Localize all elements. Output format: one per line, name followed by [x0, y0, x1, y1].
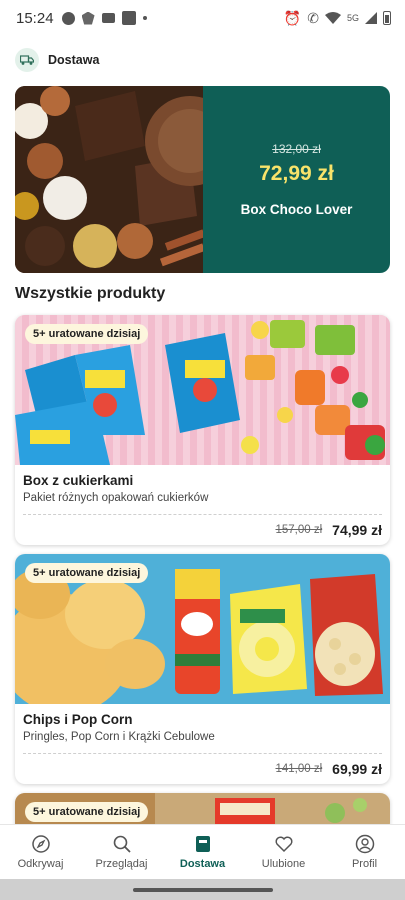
- offer-info: 132,00 zł 72,99 zł Box Choco Lover: [203, 86, 390, 273]
- product-image: 5+ uratowane dzisiaj: [15, 315, 390, 465]
- wifi-call-icon: ✆: [307, 9, 319, 26]
- nav-label: Ulubione: [261, 858, 306, 870]
- search-icon: [113, 835, 131, 853]
- product-name: Chips i Pop Corn: [23, 712, 133, 727]
- delivery-header[interactable]: Dostawa: [15, 48, 99, 72]
- box-icon: [195, 836, 210, 852]
- eagle-icon: [81, 11, 95, 25]
- gesture-bar: [0, 879, 405, 900]
- saved-today-badge: 5+ uratowane dzisiaj: [25, 324, 149, 344]
- product-card[interactable]: 5+ uratowane dzisiaj Box z cukierkami Pa…: [15, 315, 390, 545]
- hero-product-name: Box Choco Lover: [240, 202, 353, 217]
- product-name: Box z cukierkami: [23, 473, 134, 488]
- hero-new-price: 72,99 zł: [259, 162, 334, 185]
- wifi-icon: [324, 12, 341, 24]
- featured-offer-banner[interactable]: 132,00 zł 72,99 zł Box Choco Lover: [15, 86, 390, 273]
- nav-delivery[interactable]: Dostawa: [163, 834, 243, 870]
- product-old-price: 141,00 zł: [275, 763, 323, 775]
- nav-label: Odkrywaj: [17, 858, 64, 870]
- saved-today-badge: 5+ uratowane dzisiaj: [25, 563, 149, 583]
- status-bar: 15:24 ⏰ ✆ 5G: [0, 0, 405, 36]
- nav-discover[interactable]: Odkrywaj: [1, 834, 81, 870]
- product-card[interactable]: 5+ uratowane dzisiaj Chips i Pop Corn Pr…: [15, 554, 390, 784]
- saved-today-badge: 5+ uratowane dzisiaj: [25, 802, 149, 822]
- gesture-handle[interactable]: [132, 887, 273, 892]
- truck-icon: [15, 48, 39, 72]
- section-title: Wszystkie produkty: [15, 285, 166, 302]
- alarm-icon: ⏰: [283, 9, 302, 26]
- product-description: Pakiet różnych opakowań cukierków: [23, 492, 209, 504]
- nav-profile[interactable]: Profil: [325, 834, 405, 870]
- network-label: 5G: [346, 13, 359, 23]
- nav-label: Dostawa: [179, 858, 226, 870]
- nav-label: Przeglądaj: [95, 858, 148, 870]
- message-icon: [61, 11, 75, 25]
- nav-favorites[interactable]: Ulubione: [244, 834, 324, 870]
- nav-browse[interactable]: Przeglądaj: [82, 834, 162, 870]
- product-new-price: 74,99 zł: [332, 522, 382, 538]
- compass-icon: [31, 835, 50, 853]
- product-description: Pringles, Pop Corn i Krążki Cebulowe: [23, 731, 215, 743]
- header-title: Dostawa: [48, 53, 100, 67]
- app-icon: [121, 11, 136, 25]
- bottom-navigation: Odkrywaj Przeglądaj Dostawa Ulubione Pro…: [0, 824, 405, 879]
- heart-icon: [275, 836, 292, 853]
- dot-icon: [142, 16, 147, 20]
- nav-label: Profil: [351, 858, 378, 870]
- profile-icon: [355, 834, 374, 854]
- product-old-price: 157,00 zł: [275, 524, 323, 536]
- chocolate-image: [15, 86, 203, 273]
- mail-icon: [101, 13, 115, 23]
- battery-icon: [383, 11, 391, 25]
- hero-old-price: 132,00 zł: [272, 142, 321, 156]
- product-new-price: 69,99 zł: [332, 761, 382, 777]
- status-time: 15:24: [16, 9, 54, 27]
- signal-icon: [365, 12, 377, 24]
- product-image: 5+ uratowane dzisiaj: [15, 554, 390, 704]
